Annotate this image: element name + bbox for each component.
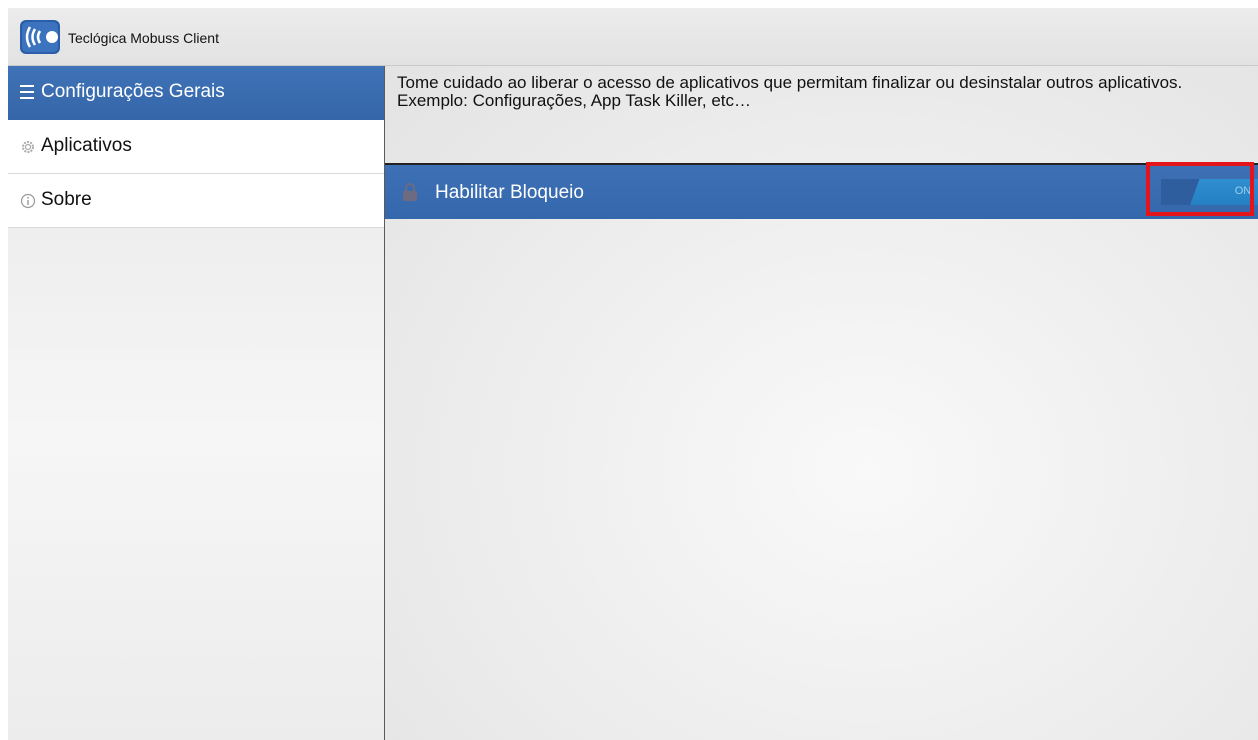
setting-row-habilitar-bloqueio[interactable]: Habilitar Bloqueio ON <box>385 163 1258 219</box>
app-title: Teclógica Mobuss Client <box>68 30 219 46</box>
main-content: Tome cuidado ao liberar o acesso de apli… <box>385 66 1258 740</box>
info-icon <box>20 193 36 209</box>
red-highlight-annotation <box>1146 162 1254 216</box>
sidebar-item-label: Aplicativos <box>41 135 132 156</box>
title-bar: Teclógica Mobuss Client <box>8 8 1258 66</box>
sidebar: Configurações Gerais Aplicativos Sobre <box>8 66 385 740</box>
sidebar-item-sobre[interactable]: Sobre <box>8 174 384 228</box>
setting-label: Habilitar Bloqueio <box>435 182 584 203</box>
mobuss-signal-logo-icon <box>20 20 72 54</box>
app-window: Teclógica Mobuss Client Configurações Ge… <box>8 8 1258 740</box>
lock-icon <box>402 182 418 202</box>
warning-message: Tome cuidado ao liberar o acesso de apli… <box>397 73 1183 110</box>
sidebar-header-configuracoes-gerais[interactable]: Configurações Gerais <box>8 66 384 120</box>
gear-icon <box>20 139 36 155</box>
menu-lines-icon <box>20 85 34 99</box>
sidebar-header-label: Configurações Gerais <box>41 81 225 102</box>
sidebar-item-aplicativos[interactable]: Aplicativos <box>8 120 384 174</box>
sidebar-item-label: Sobre <box>41 189 92 210</box>
